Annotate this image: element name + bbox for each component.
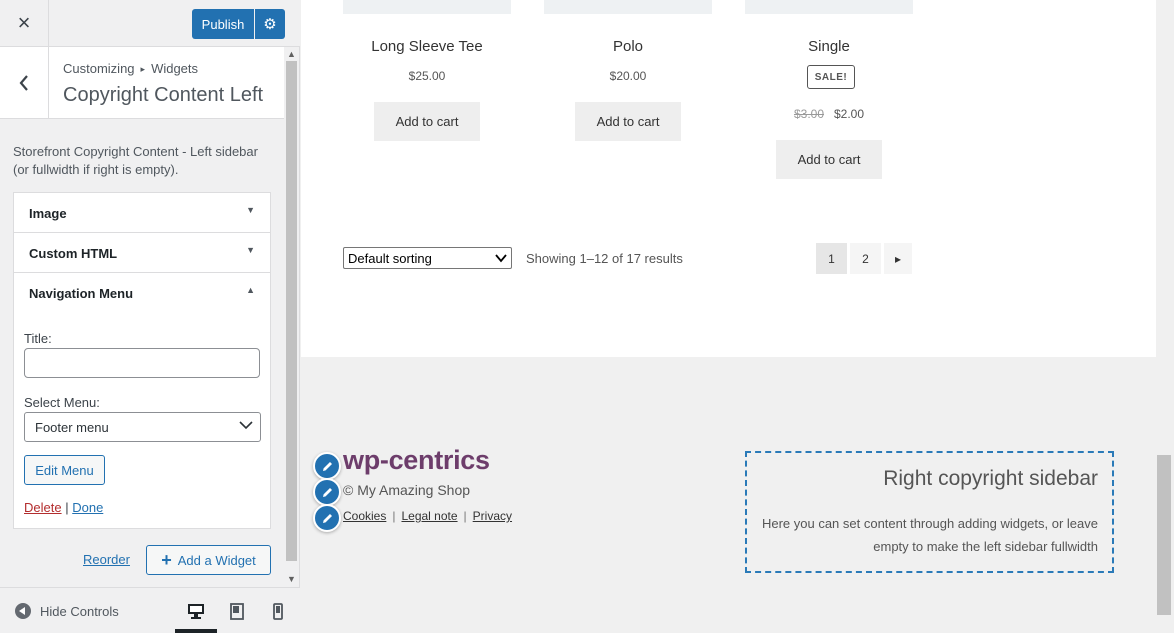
desktop-preview-icon[interactable] (186, 601, 206, 621)
add-widget-label: Add a Widget (177, 552, 256, 568)
breadcrumb-separator-icon: ▸ (140, 64, 146, 74)
result-count: Showing 1–12 of 17 results (526, 251, 683, 266)
edit-shortcut-pencil-icon[interactable] (313, 478, 341, 506)
page-number-current: 1 (816, 243, 847, 274)
select-menu-dropdown[interactable]: Footer menu (24, 412, 261, 442)
expand-arrow-icon[interactable]: ▼ (246, 205, 255, 215)
delete-link[interactable]: Delete (24, 500, 62, 515)
scroll-up-arrow-icon[interactable]: ▲ (284, 47, 299, 61)
collapse-arrow-icon[interactable]: ▲ (246, 285, 255, 295)
product-card: Long Sleeve Tee $25.00 Add to cart (343, 0, 511, 150)
add-to-cart-button[interactable]: Add to cart (776, 140, 882, 179)
active-device-indicator (175, 629, 217, 633)
select-menu-label: Select Menu: (24, 395, 100, 410)
breadcrumb: Customizing ▸ Widgets (63, 61, 198, 76)
breadcrumb-parent: Customizing (63, 61, 135, 76)
add-to-cart-button[interactable]: Add to cart (575, 102, 681, 141)
footer-link-legal-note[interactable]: Legal note (401, 509, 457, 523)
collapse-arrow-circle-icon (15, 603, 31, 619)
section-header: Customizing ▸ Widgets Copyright Content Le… (0, 47, 284, 119)
title-label: Title: (24, 331, 52, 346)
footer-menu: Cookies | Legal note | Privacy (343, 509, 512, 523)
widget-title: Image (29, 206, 67, 221)
footer-link-privacy[interactable]: Privacy (473, 509, 512, 523)
preview-scrollbar[interactable] (1156, 0, 1174, 633)
widget-title: Navigation Menu (29, 286, 134, 301)
section-title: Copyright Content Left (63, 84, 264, 106)
add-to-cart-button[interactable]: Add to cart (374, 102, 480, 141)
right-sidebar-text: Here you can set content through adding … (761, 516, 1098, 554)
product-name[interactable]: Long Sleeve Tee (343, 38, 511, 55)
breadcrumb-child: Widgets (151, 61, 199, 76)
edit-shortcut-pencil-icon[interactable] (313, 504, 341, 532)
edit-shortcut-pencil-icon[interactable] (313, 452, 341, 480)
plus-icon: + (161, 550, 172, 570)
product-card: Polo $20.00 Add to cart (544, 0, 712, 150)
sorting-select[interactable]: Default sorting (343, 247, 512, 269)
next-page-arrow-icon[interactable]: ▸ (884, 243, 912, 274)
publish-button[interactable]: Publish (192, 9, 254, 39)
product-price: $20.00 (609, 69, 647, 83)
customizer-panel: Customizing ▸ Widgets Copyright Content Le… (0, 47, 284, 586)
done-link[interactable]: Done (72, 500, 103, 515)
preview-scrollbar-thumb[interactable] (1157, 455, 1171, 615)
scrollbar-thumb[interactable] (286, 61, 297, 561)
widget-actions: Delete | Done (24, 500, 103, 515)
add-widget-button[interactable]: + Add a Widget (146, 545, 271, 575)
scroll-down-arrow-icon[interactable]: ▼ (284, 572, 299, 586)
sidebar-scrollbar[interactable]: ▲ ▼ (284, 47, 299, 586)
link-separator: | (463, 509, 467, 523)
customizer-sidebar: × Publish ⚙ Customizing ▸ Widgets Copyrigh… (0, 0, 300, 633)
hide-controls-label: Hide Controls (40, 603, 119, 619)
edit-menu-button[interactable]: Edit Menu (24, 455, 105, 485)
old-price: $3.00 (793, 107, 824, 121)
title-input[interactable] (24, 348, 260, 378)
product-name[interactable]: Single (745, 38, 913, 55)
page-number-link[interactable]: 2 (850, 243, 881, 274)
navigation-menu-widget-form: Title: Select Menu: Footer menu Edit Men… (13, 312, 271, 529)
product-price: $3.00 $2.00 (745, 107, 913, 121)
reorder-link[interactable]: Reorder (83, 552, 130, 567)
product-image[interactable] (343, 0, 511, 14)
close-icon[interactable]: × (0, 0, 49, 46)
product-name[interactable]: Polo (544, 38, 712, 55)
link-separator: | (392, 509, 396, 523)
select-menu-value: Footer menu (35, 420, 109, 435)
tablet-preview-icon[interactable] (227, 601, 247, 621)
right-copyright-sidebar[interactable]: Right copyright sidebar Here you can set… (745, 451, 1114, 573)
right-sidebar-title: Right copyright sidebar (883, 467, 1098, 490)
chevron-down-icon (239, 421, 253, 430)
product-image[interactable] (745, 0, 913, 14)
expand-arrow-icon[interactable]: ▼ (246, 245, 255, 255)
mobile-preview-icon[interactable] (268, 601, 288, 621)
site-footer: wp-centrics © My Amazing Shop Cookies | Le… (301, 357, 1156, 633)
customizer-footer: Hide Controls (0, 587, 300, 633)
shop-content: Long Sleeve Tee $25.00 Add to cart Polo … (301, 0, 1156, 357)
widget-navigation-menu[interactable]: Navigation Menu ▲ (13, 272, 271, 313)
sale-badge: SALE! (807, 65, 855, 89)
action-separator: | (65, 500, 69, 515)
sale-price: $2.00 (834, 107, 865, 121)
product-price: $25.00 (408, 69, 446, 83)
widget-title: Custom HTML (29, 246, 118, 261)
product-image[interactable] (544, 0, 712, 14)
site-preview: Long Sleeve Tee $25.00 Add to cart Polo … (301, 0, 1174, 633)
hide-controls-button[interactable]: Hide Controls (15, 603, 119, 619)
widget-image[interactable]: Image ▼ (13, 192, 271, 233)
site-brand: wp-centrics (343, 445, 490, 475)
back-chevron-icon[interactable] (0, 47, 49, 119)
section-description: Storefront Copyright Content - Left side… (13, 144, 258, 177)
sorting-value: Default sorting (348, 251, 432, 266)
product-card: Single SALE! $3.00 $2.00 Add to cart (745, 0, 913, 190)
footer-link-cookies[interactable]: Cookies (343, 509, 386, 523)
customizer-header: × Publish ⚙ (0, 0, 300, 47)
widget-custom-html[interactable]: Custom HTML ▼ (13, 232, 271, 273)
chevron-down-icon (495, 254, 507, 263)
publish-settings-gear-icon[interactable]: ⚙ (255, 9, 285, 39)
copyright-text: © My Amazing Shop (343, 482, 471, 498)
